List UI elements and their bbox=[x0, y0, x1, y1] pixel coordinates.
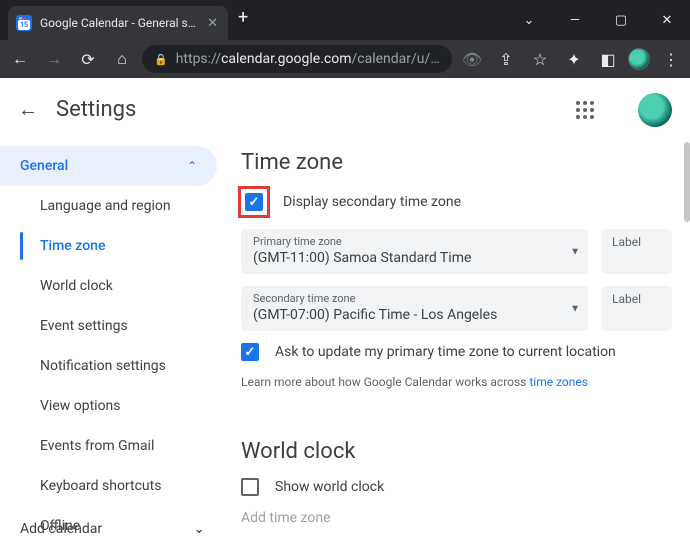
share-icon[interactable]: ⇪ bbox=[492, 45, 520, 73]
page-title: Settings bbox=[56, 97, 136, 122]
browser-toolbar: ← → ⟳ ⌂ 🔒 https://calendar.google.com/ca… bbox=[0, 40, 690, 78]
forward-icon: → bbox=[40, 45, 68, 73]
primary-timezone-caption: Primary time zone bbox=[253, 235, 560, 248]
browser-tab[interactable]: Google Calendar - General settin ✕ bbox=[8, 6, 228, 40]
browser-titlebar: Google Calendar - General settin ✕ + ⌄ —… bbox=[0, 0, 690, 40]
back-icon[interactable]: ← bbox=[6, 45, 34, 73]
sidebar-item-keyboard[interactable]: Keyboard shortcuts bbox=[20, 466, 225, 506]
kebab-menu-icon[interactable]: ⋮ bbox=[656, 45, 684, 73]
primary-timezone-select[interactable]: Primary time zone (GMT-11:00) Samoa Stan… bbox=[241, 229, 588, 274]
sidebar-category-general[interactable]: General ⌃ bbox=[0, 146, 217, 186]
dropdown-arrow-icon: ▼ bbox=[570, 246, 580, 257]
display-secondary-row: Display secondary time zone bbox=[241, 189, 672, 215]
maximize-button[interactable]: ▢ bbox=[598, 4, 644, 36]
sidebar-item-worldclock[interactable]: World clock bbox=[20, 266, 225, 306]
primary-timezone-row: Primary time zone (GMT-11:00) Samoa Stan… bbox=[241, 229, 672, 274]
settings-sidebar: General ⌃ Language and region Time zone … bbox=[0, 142, 225, 553]
add-timezone-button[interactable]: Add time zone bbox=[241, 510, 672, 526]
display-secondary-label: Display secondary time zone bbox=[283, 194, 461, 210]
sidebar-item-language[interactable]: Language and region bbox=[20, 186, 225, 226]
sidebar-item-gmailevents[interactable]: Events from Gmail bbox=[20, 426, 225, 466]
url-text: https://calendar.google.com/calendar/u/0… bbox=[176, 51, 440, 67]
secondary-timezone-value: (GMT-07:00) Pacific Time - Los Angeles bbox=[253, 307, 560, 323]
secondary-timezone-select[interactable]: Secondary time zone (GMT-07:00) Pacific … bbox=[241, 286, 588, 331]
reload-icon[interactable]: ⟳ bbox=[74, 45, 102, 73]
add-calendar-label: Add calendar bbox=[20, 521, 102, 537]
apps-grid-icon[interactable] bbox=[576, 101, 594, 119]
calendar-favicon bbox=[16, 15, 32, 31]
chevron-up-icon: ⌃ bbox=[187, 159, 197, 173]
close-tab-icon[interactable]: ✕ bbox=[207, 16, 218, 31]
section-title-worldclock: World clock bbox=[241, 439, 672, 464]
close-window-button[interactable]: ✕ bbox=[644, 4, 690, 36]
ask-update-row: Ask to update my primary time zone to cu… bbox=[241, 343, 672, 361]
scrollbar[interactable] bbox=[684, 142, 690, 222]
sidebar-item-timezone[interactable]: Time zone bbox=[20, 226, 225, 266]
show-worldclock-label: Show world clock bbox=[275, 479, 384, 495]
extensions-icon[interactable]: ✦ bbox=[560, 45, 588, 73]
sidepanel-icon[interactable]: ◧ bbox=[594, 45, 622, 73]
sidebar-category-addcalendar[interactable]: Add calendar ⌄ bbox=[20, 509, 205, 549]
sidebar-category-label: General bbox=[20, 158, 68, 174]
chevron-down-icon[interactable]: ⌄ bbox=[506, 4, 552, 36]
new-tab-button[interactable]: + bbox=[228, 7, 258, 34]
show-worldclock-row: Show world clock bbox=[241, 478, 672, 496]
eye-icon[interactable]: 👁 bbox=[458, 45, 486, 73]
timezone-info-text: Learn more about how Google Calendar wor… bbox=[241, 375, 672, 389]
section-title-timezone: Time zone bbox=[241, 150, 672, 175]
address-bar[interactable]: 🔒 https://calendar.google.com/calendar/u… bbox=[142, 45, 452, 73]
chevron-down-icon: ⌄ bbox=[193, 521, 205, 537]
app-header: ← Settings bbox=[0, 78, 690, 142]
sidebar-item-notifications[interactable]: Notification settings bbox=[20, 346, 225, 386]
primary-timezone-value: (GMT-11:00) Samoa Standard Time bbox=[253, 250, 560, 266]
account-avatar[interactable] bbox=[638, 93, 672, 127]
home-icon[interactable]: ⌂ bbox=[108, 45, 136, 73]
tab-title: Google Calendar - General settin bbox=[40, 16, 199, 30]
ask-update-label: Ask to update my primary time zone to cu… bbox=[275, 344, 616, 360]
window-controls: ⌄ — ▢ ✕ bbox=[506, 0, 690, 40]
primary-timezone-label-input[interactable]: Label bbox=[602, 229, 672, 274]
bookmark-star-icon[interactable]: ☆ bbox=[526, 45, 554, 73]
display-secondary-checkbox[interactable] bbox=[245, 193, 263, 211]
settings-back-button[interactable]: ← bbox=[18, 97, 38, 122]
secondary-timezone-row: Secondary time zone (GMT-07:00) Pacific … bbox=[241, 286, 672, 331]
highlight-box bbox=[241, 189, 267, 215]
settings-main: Time zone Display secondary time zone Pr… bbox=[225, 142, 690, 553]
dropdown-arrow-icon: ▼ bbox=[570, 303, 580, 314]
timezone-info-link[interactable]: time zones bbox=[529, 375, 588, 389]
ask-update-checkbox[interactable] bbox=[241, 343, 259, 361]
secondary-timezone-label-input[interactable]: Label bbox=[602, 286, 672, 331]
minimize-button[interactable]: — bbox=[552, 4, 598, 36]
show-worldclock-checkbox[interactable] bbox=[241, 478, 259, 496]
sidebar-item-viewoptions[interactable]: View options bbox=[20, 386, 225, 426]
profile-avatar-small[interactable] bbox=[628, 48, 650, 70]
lock-icon: 🔒 bbox=[154, 53, 168, 66]
content-area: General ⌃ Language and region Time zone … bbox=[0, 142, 690, 553]
sidebar-item-eventsettings[interactable]: Event settings bbox=[20, 306, 225, 346]
secondary-timezone-caption: Secondary time zone bbox=[253, 292, 560, 305]
